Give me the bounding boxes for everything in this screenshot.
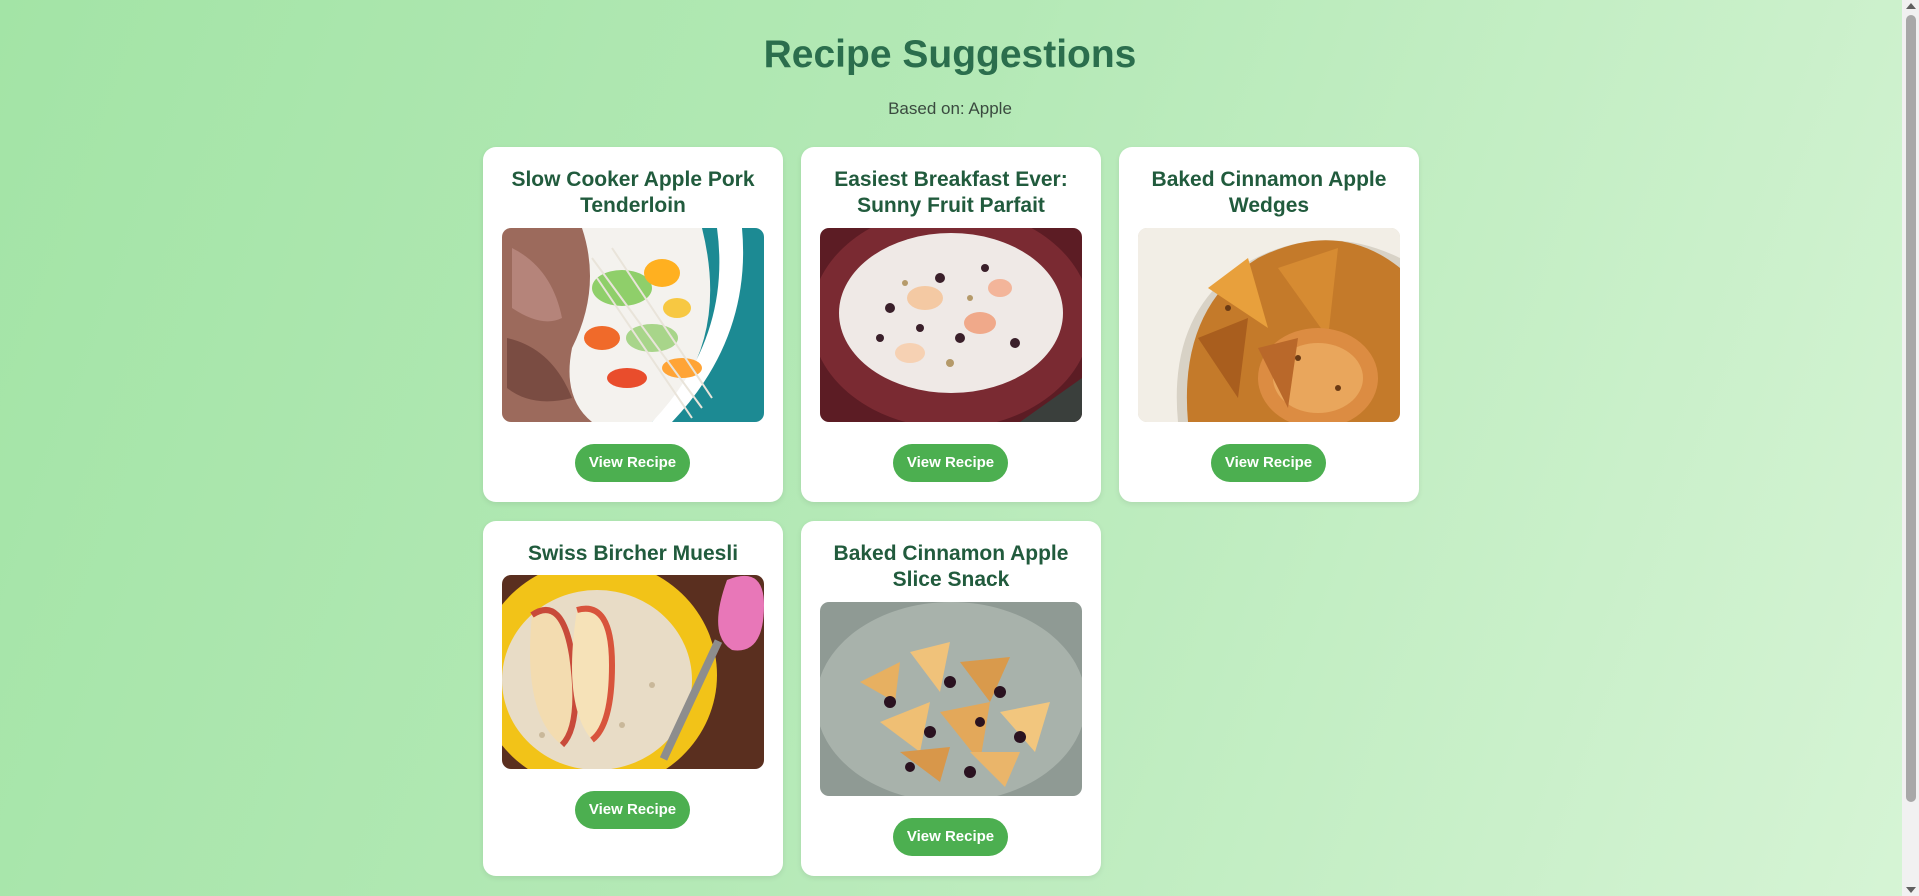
page-title: Recipe Suggestions <box>763 33 1137 76</box>
vertical-scrollbar[interactable] <box>1902 0 1919 896</box>
view-recipe-button[interactable]: View Recipe <box>575 444 690 482</box>
recipe-card: Baked Cinnamon Apple Wedges View Recipe <box>1119 147 1419 502</box>
recipe-card: Baked Cinnamon Apple Slice Snack View Re… <box>801 521 1101 876</box>
recipe-card: Easiest Breakfast Ever: Sunny Fruit Parf… <box>801 147 1101 502</box>
recipe-title: Baked Cinnamon Apple Wedges <box>1151 168 1387 217</box>
recipe-image <box>820 228 1082 422</box>
recipe-image <box>502 575 764 769</box>
recipe-image <box>820 602 1082 796</box>
page: Recipe Suggestions Based on: Apple Slow … <box>0 0 1900 896</box>
view-recipe-button[interactable]: View Recipe <box>575 791 690 829</box>
view-recipe-button[interactable]: View Recipe <box>893 818 1008 856</box>
scroll-thumb[interactable] <box>1906 15 1916 802</box>
view-recipe-button[interactable]: View Recipe <box>1211 444 1326 482</box>
recipe-image <box>1138 228 1400 422</box>
recipe-title: Slow Cooker Apple Pork Tenderloin <box>511 168 755 217</box>
recipe-title: Baked Cinnamon Apple Slice Snack <box>833 542 1069 591</box>
recipe-image <box>502 228 764 422</box>
recipe-card: Slow Cooker Apple Pork Tenderloin View R… <box>483 147 783 502</box>
recipe-title: Swiss Bircher Muesli <box>527 542 739 565</box>
recipe-title: Easiest Breakfast Ever: Sunny Fruit Parf… <box>834 168 1068 217</box>
scroll-down-arrow-icon[interactable] <box>1906 887 1916 893</box>
recipe-card: Swiss Bircher Muesli View Recipe <box>483 521 783 876</box>
view-recipe-button[interactable]: View Recipe <box>893 444 1008 482</box>
page-subtitle: Based on: Apple <box>888 99 1012 118</box>
scroll-up-arrow-icon[interactable] <box>1906 3 1916 9</box>
